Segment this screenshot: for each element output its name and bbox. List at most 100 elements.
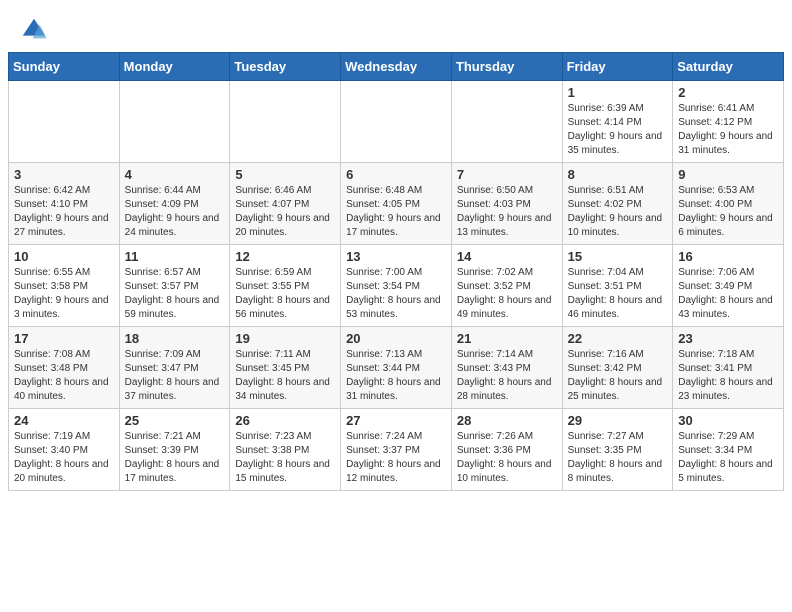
day-number: 5 <box>235 167 335 182</box>
day-number: 20 <box>346 331 446 346</box>
day-number: 13 <box>346 249 446 264</box>
calendar-week-row: 3 Sunrise: 6:42 AM Sunset: 4:10 PM Daylig… <box>9 163 784 245</box>
day-detail: Sunrise: 7:21 AM Sunset: 3:39 PM Dayligh… <box>125 430 225 486</box>
weekday-header-sunday: Sunday <box>9 53 120 81</box>
day-number: 16 <box>678 249 778 264</box>
calendar-cell: 28 Sunrise: 7:26 AM Sunset: 3:36 PM Dayli… <box>451 409 562 491</box>
day-number: 30 <box>678 413 778 428</box>
weekday-header-wednesday: Wednesday <box>341 53 452 81</box>
weekday-header-saturday: Saturday <box>673 53 784 81</box>
calendar-cell: 9Sunrise: 6:53 AM Sunset: 4:00 PM Daylig… <box>673 163 784 245</box>
day-detail: Sunrise: 6:55 AM Sunset: 3:58 PM Dayligh… <box>14 266 114 322</box>
calendar-cell <box>9 81 120 163</box>
day-number: 15 <box>568 249 668 264</box>
day-detail: Sunrise: 6:39 AM Sunset: 4:14 PM Dayligh… <box>568 102 668 158</box>
calendar-cell: 12Sunrise: 6:59 AM Sunset: 3:55 PM Dayli… <box>230 245 341 327</box>
calendar-body: 1 Sunrise: 6:39 AM Sunset: 4:14 PM Daylig… <box>9 81 784 491</box>
day-number: 29 <box>568 413 668 428</box>
calendar-week-row: 17Sunrise: 7:08 AM Sunset: 3:48 PM Dayli… <box>9 327 784 409</box>
day-detail: Sunrise: 6:59 AM Sunset: 3:55 PM Dayligh… <box>235 266 335 322</box>
day-number: 1 <box>568 85 668 100</box>
day-number: 10 <box>14 249 114 264</box>
day-number: 17 <box>14 331 114 346</box>
day-detail: Sunrise: 7:16 AM Sunset: 3:42 PM Dayligh… <box>568 348 668 404</box>
calendar-cell: 10 Sunrise: 6:55 AM Sunset: 3:58 PM Dayli… <box>9 245 120 327</box>
day-number: 14 <box>457 249 557 264</box>
calendar-cell: 8 Sunrise: 6:51 AM Sunset: 4:02 PM Daylig… <box>562 163 673 245</box>
day-detail: Sunrise: 6:57 AM Sunset: 3:57 PM Dayligh… <box>125 266 225 322</box>
day-number: 4 <box>125 167 225 182</box>
calendar-header: SundayMondayTuesdayWednesdayThursdayFrid… <box>9 53 784 81</box>
calendar-cell: 3 Sunrise: 6:42 AM Sunset: 4:10 PM Daylig… <box>9 163 120 245</box>
calendar-cell: 16 Sunrise: 7:06 AM Sunset: 3:49 PM Dayli… <box>673 245 784 327</box>
day-number: 18 <box>125 331 225 346</box>
day-number: 28 <box>457 413 557 428</box>
day-detail: Sunrise: 7:27 AM Sunset: 3:35 PM Dayligh… <box>568 430 668 486</box>
day-number: 8 <box>568 167 668 182</box>
calendar-cell <box>341 81 452 163</box>
day-detail: Sunrise: 6:48 AM Sunset: 4:05 PM Dayligh… <box>346 184 446 240</box>
calendar-cell: 2Sunrise: 6:41 AM Sunset: 4:12 PM Daylig… <box>673 81 784 163</box>
calendar-cell: 27 Sunrise: 7:24 AM Sunset: 3:37 PM Dayli… <box>341 409 452 491</box>
day-detail: Sunrise: 6:51 AM Sunset: 4:02 PM Dayligh… <box>568 184 668 240</box>
day-number: 27 <box>346 413 446 428</box>
weekday-row: SundayMondayTuesdayWednesdayThursdayFrid… <box>9 53 784 81</box>
weekday-header-tuesday: Tuesday <box>230 53 341 81</box>
calendar-cell: 22 Sunrise: 7:16 AM Sunset: 3:42 PM Dayli… <box>562 327 673 409</box>
day-detail: Sunrise: 6:53 AM Sunset: 4:00 PM Dayligh… <box>678 184 778 240</box>
day-number: 19 <box>235 331 335 346</box>
day-detail: Sunrise: 6:44 AM Sunset: 4:09 PM Dayligh… <box>125 184 225 240</box>
calendar-cell: 7 Sunrise: 6:50 AM Sunset: 4:03 PM Daylig… <box>451 163 562 245</box>
calendar-cell: 21Sunrise: 7:14 AM Sunset: 3:43 PM Dayli… <box>451 327 562 409</box>
calendar-cell: 23 Sunrise: 7:18 AM Sunset: 3:41 PM Dayli… <box>673 327 784 409</box>
day-number: 7 <box>457 167 557 182</box>
calendar-cell: 19 Sunrise: 7:11 AM Sunset: 3:45 PM Dayli… <box>230 327 341 409</box>
calendar-cell: 1 Sunrise: 6:39 AM Sunset: 4:14 PM Daylig… <box>562 81 673 163</box>
calendar-cell: 24 Sunrise: 7:19 AM Sunset: 3:40 PM Dayli… <box>9 409 120 491</box>
calendar-cell <box>451 81 562 163</box>
day-detail: Sunrise: 6:50 AM Sunset: 4:03 PM Dayligh… <box>457 184 557 240</box>
day-detail: Sunrise: 7:26 AM Sunset: 3:36 PM Dayligh… <box>457 430 557 486</box>
day-number: 22 <box>568 331 668 346</box>
logo <box>20 16 52 44</box>
calendar-table: SundayMondayTuesdayWednesdayThursdayFrid… <box>8 52 784 491</box>
day-number: 23 <box>678 331 778 346</box>
logo-icon <box>20 16 48 44</box>
day-number: 26 <box>235 413 335 428</box>
calendar-week-row: 1 Sunrise: 6:39 AM Sunset: 4:14 PM Daylig… <box>9 81 784 163</box>
day-detail: Sunrise: 7:24 AM Sunset: 3:37 PM Dayligh… <box>346 430 446 486</box>
day-number: 6 <box>346 167 446 182</box>
day-number: 24 <box>14 413 114 428</box>
calendar-cell: 20Sunrise: 7:13 AM Sunset: 3:44 PM Dayli… <box>341 327 452 409</box>
calendar-cell: 6 Sunrise: 6:48 AM Sunset: 4:05 PM Daylig… <box>341 163 452 245</box>
day-detail: Sunrise: 7:02 AM Sunset: 3:52 PM Dayligh… <box>457 266 557 322</box>
day-detail: Sunrise: 7:18 AM Sunset: 3:41 PM Dayligh… <box>678 348 778 404</box>
calendar-cell: 15Sunrise: 7:04 AM Sunset: 3:51 PM Dayli… <box>562 245 673 327</box>
calendar-cell <box>119 81 230 163</box>
day-detail: Sunrise: 6:46 AM Sunset: 4:07 PM Dayligh… <box>235 184 335 240</box>
day-detail: Sunrise: 7:11 AM Sunset: 3:45 PM Dayligh… <box>235 348 335 404</box>
calendar-cell <box>230 81 341 163</box>
calendar-cell: 25Sunrise: 7:21 AM Sunset: 3:39 PM Dayli… <box>119 409 230 491</box>
calendar-cell: 18Sunrise: 7:09 AM Sunset: 3:47 PM Dayli… <box>119 327 230 409</box>
calendar-cell: 4 Sunrise: 6:44 AM Sunset: 4:09 PM Daylig… <box>119 163 230 245</box>
calendar-cell: 14 Sunrise: 7:02 AM Sunset: 3:52 PM Dayli… <box>451 245 562 327</box>
day-detail: Sunrise: 7:00 AM Sunset: 3:54 PM Dayligh… <box>346 266 446 322</box>
calendar-cell: 17Sunrise: 7:08 AM Sunset: 3:48 PM Dayli… <box>9 327 120 409</box>
calendar-cell: 13 Sunrise: 7:00 AM Sunset: 3:54 PM Dayli… <box>341 245 452 327</box>
weekday-header-thursday: Thursday <box>451 53 562 81</box>
calendar-cell: 29 Sunrise: 7:27 AM Sunset: 3:35 PM Dayli… <box>562 409 673 491</box>
day-detail: Sunrise: 7:19 AM Sunset: 3:40 PM Dayligh… <box>14 430 114 486</box>
day-detail: Sunrise: 7:23 AM Sunset: 3:38 PM Dayligh… <box>235 430 335 486</box>
calendar-week-row: 10 Sunrise: 6:55 AM Sunset: 3:58 PM Dayli… <box>9 245 784 327</box>
calendar-cell: 26 Sunrise: 7:23 AM Sunset: 3:38 PM Dayli… <box>230 409 341 491</box>
calendar-cell: 5 Sunrise: 6:46 AM Sunset: 4:07 PM Daylig… <box>230 163 341 245</box>
weekday-header-monday: Monday <box>119 53 230 81</box>
page-header <box>0 0 792 52</box>
weekday-header-friday: Friday <box>562 53 673 81</box>
day-number: 21 <box>457 331 557 346</box>
day-detail: Sunrise: 7:06 AM Sunset: 3:49 PM Dayligh… <box>678 266 778 322</box>
day-detail: Sunrise: 6:42 AM Sunset: 4:10 PM Dayligh… <box>14 184 114 240</box>
day-number: 3 <box>14 167 114 182</box>
day-number: 2 <box>678 85 778 100</box>
